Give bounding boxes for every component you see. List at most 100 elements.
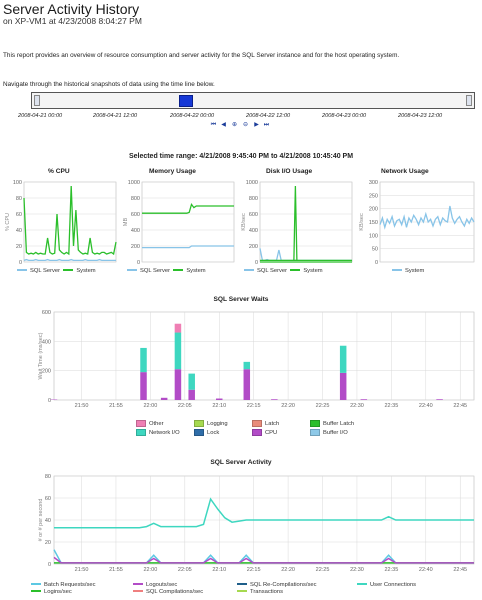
- y-axis-label: MB: [123, 218, 129, 227]
- previous-icon[interactable]: ◀: [220, 122, 227, 129]
- bar-segment: [243, 369, 251, 400]
- page-title: Server Activity History: [3, 1, 140, 17]
- page-subtitle: on XP-VM1 at 4/23/2008 8:04:27 PM: [3, 16, 142, 26]
- legend-item-logouts: Logouts/sec: [133, 582, 237, 588]
- cpu-legend: SQL Server System: [17, 268, 96, 274]
- timeline-label: 2008-04-22 12:00: [246, 113, 291, 119]
- next-icon[interactable]: ▶: [253, 122, 260, 129]
- memory-chart: 0 200 400 600 800 1000 MB: [123, 180, 235, 266]
- y-tick-label: 0: [255, 260, 258, 266]
- x-tick-label: 22:00: [144, 567, 158, 573]
- y-tick-label: 40: [45, 518, 51, 524]
- legend-swatch: [136, 429, 146, 437]
- y-tick-label: 800: [249, 196, 258, 202]
- bar-segment: [174, 323, 182, 333]
- y-tick-label: 1000: [246, 180, 258, 186]
- x-tick-label: 22:20: [281, 567, 295, 573]
- legend-item-logging: Logging: [194, 420, 252, 427]
- y-tick-label: 600: [249, 212, 258, 218]
- legend-item-user-connections: User Connections: [357, 582, 463, 588]
- network-legend: System: [392, 268, 424, 274]
- sql-server-waits-chart: 020040060021:50 21:55 22:00 22:05 22:10 22:15…: [38, 310, 475, 409]
- network-chart: 0 50 100 150 200 250 300 KB/sec: [359, 180, 475, 266]
- legend-swatch: [290, 269, 301, 272]
- legend-swatch: [63, 269, 74, 272]
- legend-item-sql-recompilations: SQL Re-Compilations/sec: [237, 582, 357, 588]
- timeline-end-handle[interactable]: [466, 95, 472, 106]
- legend-swatch: [194, 429, 204, 437]
- memory-legend: SQL Server System: [127, 268, 206, 274]
- legend-item-cpu: CPU: [252, 429, 310, 436]
- legend-item-latch: Latch: [252, 420, 310, 427]
- timeline-label: 2008-04-23 12:00: [398, 113, 443, 119]
- y-axis-label: KB/sec: [241, 213, 247, 231]
- zoom-in-icon[interactable]: ⊕: [231, 122, 238, 129]
- last-icon[interactable]: ⏭: [263, 122, 270, 129]
- legend-swatch: [357, 583, 367, 586]
- timeline-selection-slider[interactable]: [179, 95, 193, 107]
- y-tick-label: 400: [249, 228, 258, 234]
- x-tick-label: 22:25: [316, 567, 330, 573]
- cpu-chart-title: % CPU: [48, 168, 70, 175]
- y-axis-label: Wait Time (ms/sec): [38, 332, 44, 379]
- activity-chart-title: SQL Server Activity: [210, 459, 272, 466]
- timeline-label: 2008-04-22 00:00: [170, 113, 215, 119]
- bar-segment: [215, 398, 223, 400]
- y-tick-label: 50: [372, 247, 378, 253]
- legend-label: Network I/O: [149, 430, 180, 437]
- cpu-chart: 0 20 40 60 80 100 % CPU: [5, 180, 117, 266]
- x-tick-label: 21:50: [75, 403, 89, 409]
- waits-legend: Other Logging Latch Buffer Latch Network…: [136, 420, 376, 436]
- legend-swatch: [133, 590, 143, 593]
- x-tick-label: 22:05: [178, 403, 192, 409]
- bar-segment: [188, 373, 195, 390]
- y-tick-label: 80: [45, 474, 51, 480]
- legend-swatch: [252, 429, 262, 437]
- legend-swatch: [252, 420, 262, 427]
- y-tick-label: 0: [48, 398, 51, 404]
- first-icon[interactable]: ⏮: [210, 122, 217, 129]
- y-tick-label: 200: [249, 244, 258, 250]
- x-tick-label: 22:10: [212, 567, 226, 573]
- y-tick-label: 800: [131, 196, 140, 202]
- plot-area: [259, 181, 353, 263]
- bar-segment: [339, 345, 347, 373]
- legend-swatch: [136, 420, 146, 427]
- y-tick-label: 0: [137, 260, 140, 266]
- legend-item-batch-requests: Batch Requests/sec: [31, 582, 133, 588]
- legend-label: Latch: [265, 421, 280, 428]
- plot-area: [53, 311, 475, 401]
- memory-chart-title: Memory Usage: [149, 168, 196, 175]
- timeline-track[interactable]: [31, 92, 475, 109]
- legend-label: System: [303, 268, 323, 274]
- legend-item-other: Other: [136, 420, 194, 427]
- y-tick-label: 0: [375, 260, 378, 266]
- legend-label: System: [405, 268, 425, 274]
- legend-swatch: [237, 590, 247, 593]
- legend-swatch: [127, 269, 137, 272]
- activity-legend: Batch Requests/sec Logouts/sec SQL Re-Co…: [31, 582, 471, 595]
- zoom-out-icon[interactable]: ⊖: [242, 122, 249, 129]
- legend-swatch: [173, 269, 184, 272]
- legend-swatch: [194, 420, 204, 427]
- legend-label: Buffer I/O: [323, 430, 348, 437]
- y-tick-label: 40: [16, 228, 22, 234]
- x-tick-label: 22:05: [178, 567, 192, 573]
- timeline-start-handle[interactable]: [34, 95, 40, 106]
- legend-label: SQL Re-Compilations/sec: [250, 582, 317, 588]
- x-tick-label: 22:20: [281, 403, 295, 409]
- legend-swatch: [310, 429, 320, 437]
- legend-item-buffer-latch: Buffer Latch: [310, 420, 374, 427]
- legend-label: SQL Compilations/sec: [146, 589, 204, 595]
- legend-label: User Connections: [370, 582, 417, 588]
- x-tick-label: 21:55: [109, 403, 123, 409]
- legend-item-network-io: Network I/O: [136, 429, 194, 436]
- x-tick-label: 22:45: [453, 567, 467, 573]
- x-tick-label: 22:35: [384, 567, 398, 573]
- x-tick-label: 22:10: [212, 403, 226, 409]
- y-tick-label: 1000: [128, 180, 140, 186]
- y-tick-label: 100: [13, 180, 22, 186]
- y-tick-label: 200: [131, 244, 140, 250]
- legend-label: Buffer Latch: [323, 421, 355, 428]
- legend-label: SQL Server: [257, 268, 288, 274]
